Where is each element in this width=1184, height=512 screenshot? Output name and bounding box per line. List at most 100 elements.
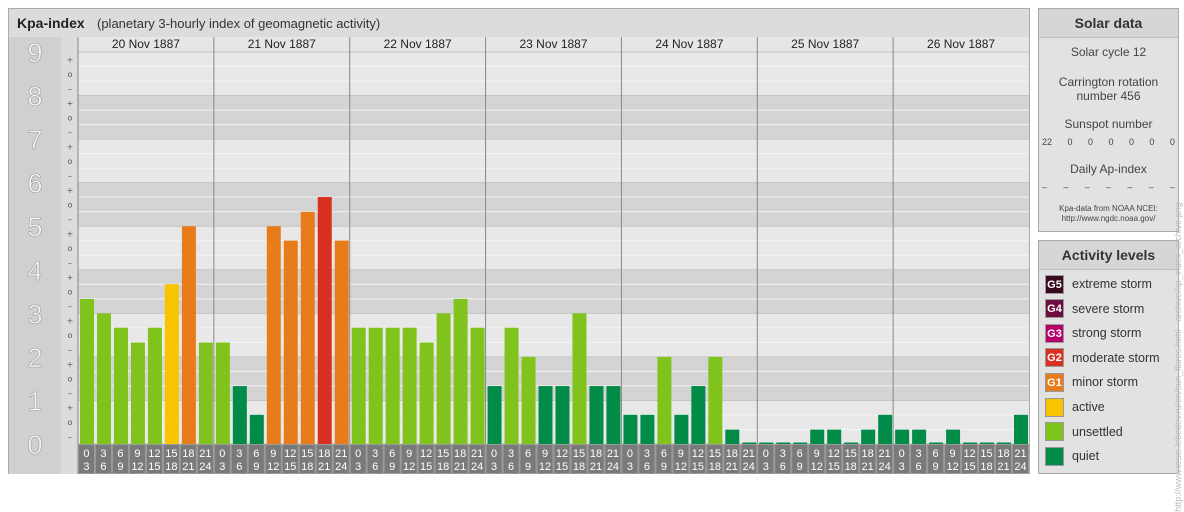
hour-label-start: 0 — [355, 448, 361, 460]
hour-label-end: 9 — [933, 461, 939, 473]
kpa-bar — [334, 240, 349, 444]
activity-level-swatch: G1 — [1045, 372, 1064, 392]
activity-levels-panel: Activity levels G5 extreme storm G4 severe … — [1038, 240, 1179, 474]
kpa-bar — [504, 327, 519, 444]
hour-label-start: 9 — [950, 448, 956, 460]
sub-tick-label: – — [68, 215, 72, 224]
band — [78, 52, 1029, 96]
hour-label-start: 9 — [406, 448, 412, 460]
kpa-bar — [164, 284, 179, 444]
sunspot-value: 0 — [1149, 137, 1155, 147]
day-label: 23 Nov 1887 — [519, 37, 587, 51]
sunspot-value: 22 — [1042, 137, 1053, 147]
sub-tick-label: + — [67, 273, 74, 282]
hour-label-end: 18 — [437, 461, 449, 473]
hour-label-start: 12 — [828, 448, 840, 460]
sub-tick-label: – — [68, 84, 72, 93]
sub-tick-label: o — [68, 244, 73, 253]
kpa-bar — [759, 442, 774, 444]
hour-label-end: 6 — [100, 461, 106, 473]
activity-level-label: severe storm — [1072, 301, 1145, 316]
hour-label-end: 6 — [236, 461, 242, 473]
ap-value: – — [1084, 182, 1090, 192]
kpa-bar — [436, 313, 451, 444]
kpa-bar — [623, 414, 638, 444]
hour-label-start: 15 — [980, 448, 992, 460]
kpa-bar — [572, 313, 587, 444]
hour-label-start: 21 — [471, 448, 483, 460]
kpa-bar — [113, 327, 128, 444]
kpa-bar — [963, 442, 978, 444]
hour-label-start: 6 — [117, 448, 123, 460]
hour-label-start: 18 — [318, 448, 330, 460]
activity-level-swatch: G5 — [1045, 274, 1064, 294]
activity-level-swatch — [1045, 446, 1064, 466]
ap-value: – — [1169, 182, 1175, 192]
hour-label-start: 9 — [134, 448, 140, 460]
solar-cycle: Solar cycle 12 — [1070, 45, 1147, 59]
hour-label-end: 9 — [797, 461, 803, 473]
activity-level-swatch — [1045, 422, 1064, 442]
kpa-bar — [1014, 414, 1028, 444]
sub-tick-label: o — [68, 70, 73, 79]
hour-label-end: 9 — [253, 461, 259, 473]
sunspot-value: 0 — [1169, 137, 1175, 147]
hour-label-end: 9 — [661, 461, 667, 473]
hour-label-end: 15 — [420, 461, 432, 473]
hour-label-start: 21 — [199, 448, 211, 460]
hour-label-start: 18 — [454, 448, 466, 460]
hour-label-end: 15 — [692, 461, 704, 473]
kpa-bar — [657, 356, 672, 444]
hour-label-end: 3 — [219, 461, 225, 473]
sunspot-value: 0 — [1067, 137, 1073, 147]
kpa-bar — [878, 414, 893, 444]
hour-label-start: 12 — [963, 448, 975, 460]
hour-label-end: 18 — [573, 461, 585, 473]
activity-level-item: quiet — [1045, 446, 1099, 466]
kpa-bar — [725, 429, 740, 444]
hour-label-end: 15 — [828, 461, 840, 473]
band — [78, 182, 1029, 227]
band — [78, 95, 1029, 140]
source-link[interactable]: http://www.ngdc.noaa.gov/ — [1039, 214, 1178, 224]
hour-label-end: 15 — [284, 461, 296, 473]
hour-label-start: 6 — [525, 448, 531, 460]
sub-tick-label: o — [68, 288, 73, 297]
hour-label-start: 12 — [556, 448, 568, 460]
hour-label-start: 0 — [627, 448, 633, 460]
watermark: http://www.tesis.lebedev.ru/en/sun_flare… — [1173, 202, 1183, 512]
y-tick-label: 2 — [27, 343, 42, 373]
sub-tick-label: + — [67, 317, 74, 326]
sub-tick-label: + — [67, 360, 74, 369]
hour-label-start: 18 — [182, 448, 194, 460]
activity-level-swatch: G3 — [1045, 323, 1064, 343]
hour-label-start: 18 — [590, 448, 602, 460]
sub-tick-label: + — [67, 404, 74, 413]
hour-label-start: 18 — [997, 448, 1009, 460]
hour-label-end: 12 — [267, 461, 279, 473]
hour-label-end: 3 — [763, 461, 769, 473]
carrington-rotation-line1: Carrington rotation — [1058, 75, 1159, 89]
hour-label-start: 3 — [508, 448, 514, 460]
hour-label-end: 24 — [199, 461, 211, 473]
hour-label-end: 9 — [525, 461, 531, 473]
ap-value: – — [1105, 182, 1111, 192]
hour-label-end: 3 — [491, 461, 497, 473]
activity-level-item: G3 strong storm — [1045, 323, 1141, 343]
hour-label-start: 6 — [933, 448, 939, 460]
activity-level-label: minor storm — [1072, 375, 1138, 390]
sub-tick-label: + — [67, 142, 74, 151]
sub-tick-label: – — [68, 259, 72, 268]
y-tick-label: 8 — [27, 82, 42, 112]
ap-index-title: Daily Ap-index — [1070, 162, 1147, 176]
hour-label-end: 3 — [899, 461, 905, 473]
hour-label-end: 6 — [372, 461, 378, 473]
hour-label-end: 12 — [539, 461, 551, 473]
sub-tick-label: o — [68, 200, 73, 209]
hour-label-end: 21 — [318, 461, 330, 473]
kpa-bar — [487, 386, 502, 444]
day-label: 25 Nov 1887 — [791, 37, 859, 51]
hour-label-end: 6 — [780, 461, 786, 473]
kpa-bar — [742, 442, 757, 444]
hour-label-start: 21 — [743, 448, 755, 460]
